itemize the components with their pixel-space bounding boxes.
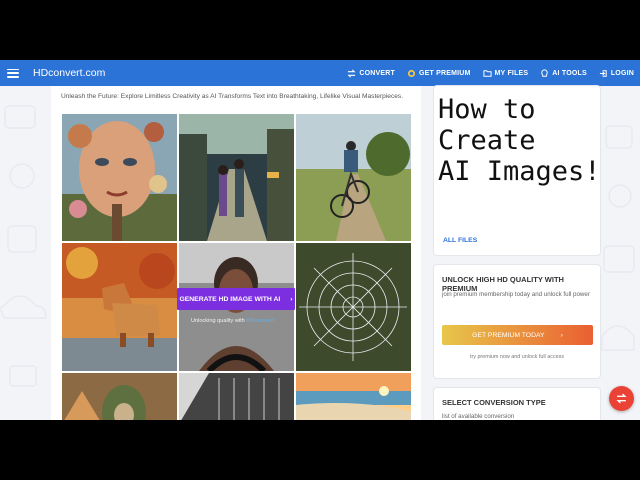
premium-card-note: try premium now and unlock full access [469,354,565,360]
ai-image-gallery [62,114,411,420]
folder-icon [482,69,492,77]
generate-hd-image-button[interactable]: GENERATE HD IMAGE WITH AI › [177,288,295,310]
get-premium-today-label: GET PREMIUM TODAY [472,331,545,339]
conversion-type-card: SELECT CONVERSION TYPE list of available… [434,388,600,420]
generate-hd-image-label: GENERATE HD IMAGE WITH AI [179,295,281,303]
cta-note-text: Unlocking quality with [191,318,245,324]
page-tagline: Unleash the Future: Explore Limitless Cr… [61,93,404,100]
conversion-type-description: list of available conversion [442,413,515,420]
main-content: Unleash the Future: Explore Limitless Cr… [51,86,421,420]
nav-my-files[interactable]: MY FILES [482,69,529,78]
chevron-right-icon: › [290,295,293,303]
nav-login[interactable]: LOGIN [599,69,634,78]
premium-card-description: join premium membership today and unlock… [442,291,590,298]
get-premium-today-button[interactable]: GET PREMIUM TODAY › [442,325,593,345]
gallery-image-hooded-figure[interactable] [62,373,177,420]
gallery-image-origami-lion[interactable] [62,243,177,371]
nav-get-premium-label: GET PREMIUM [418,69,471,77]
site-logo[interactable]: HDconvert.com [33,67,105,79]
login-icon [599,69,607,77]
menu-icon[interactable] [7,68,19,78]
premium-card: UNLOCK HIGH HD QUALITY WITH PREMIUM join… [434,265,600,378]
top-nav: CONVERT GET PREMIUM MY FILES AI TOOLS LO… [347,60,634,86]
cta-note: Unlocking quality with HDconvert [191,318,275,324]
nav-convert[interactable]: CONVERT [347,69,395,78]
swap-icon [616,393,627,404]
gallery-image-surreal-face[interactable] [62,114,177,241]
nav-ai-tools[interactable]: AI TOOLS [540,68,587,78]
video-overlay-title: How to Create AI Images! [438,94,601,187]
chevron-right-icon: › [560,331,563,339]
convert-icon [347,69,356,77]
nav-ai-tools-label: AI TOOLS [552,69,587,77]
nav-get-premium[interactable]: GET PREMIUM [407,69,471,78]
gallery-image-spider-web[interactable] [296,243,411,371]
browser-viewport: HDconvert.com CONVERT GET PREMIUM MY FIL… [0,60,640,420]
swap-fab-button[interactable] [609,386,634,411]
nav-convert-label: CONVERT [359,69,395,77]
tutorial-card: How to Create AI Images! ALL FILES [434,86,601,255]
ai-tools-icon [541,68,548,77]
nav-my-files-label: MY FILES [494,69,529,77]
gallery-image-anime-street[interactable] [179,114,294,241]
gallery-image-cyclist[interactable] [296,114,411,241]
conversion-type-title: SELECT CONVERSION TYPE [442,398,546,407]
top-app-bar: HDconvert.com CONVERT GET PREMIUM MY FIL… [0,60,640,86]
gallery-image-beach[interactable] [296,373,411,420]
nav-login-label: LOGIN [610,69,634,77]
cta-note-brand: HDconvert [246,318,275,324]
premium-icon [407,69,416,77]
gallery-image-building[interactable] [179,373,294,420]
all-files-link[interactable]: ALL FILES [443,237,477,244]
